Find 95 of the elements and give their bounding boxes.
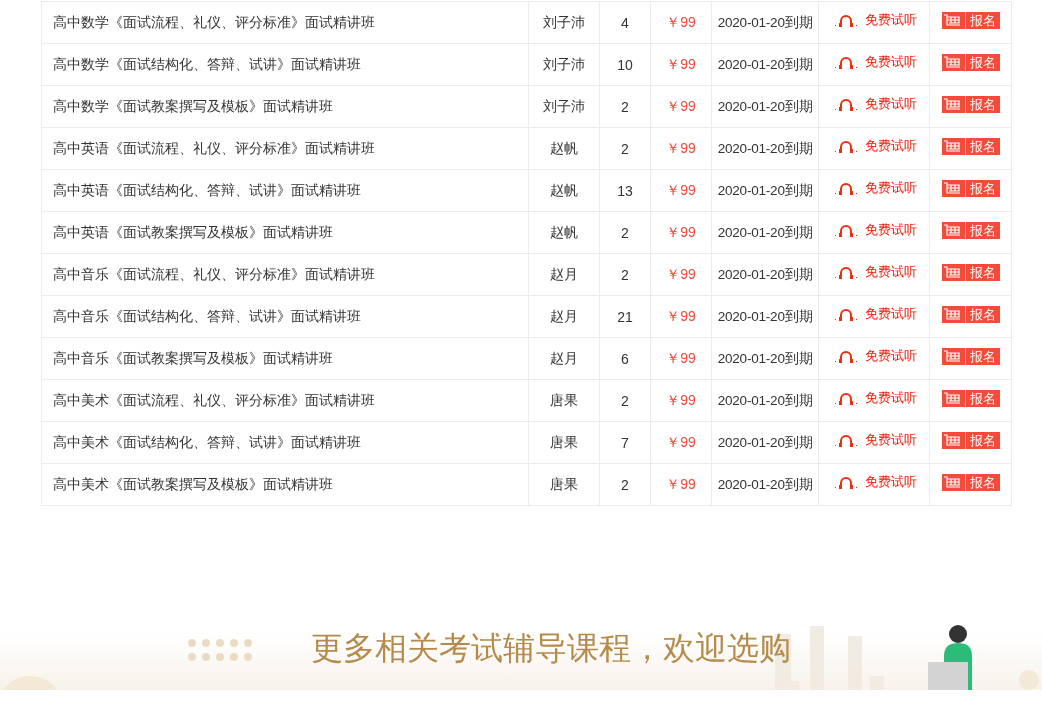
cart-icon (943, 308, 961, 321)
teacher-cell: 赵月 (529, 254, 600, 296)
course-name-cell: 高中英语《面试结构化、答辩、试讲》面试精讲班 (42, 170, 529, 212)
teacher-cell: 唐果 (529, 380, 600, 422)
signup-button[interactable]: 报名 (941, 264, 1000, 281)
expiry-cell: 2020-01-20到期 (712, 44, 819, 86)
expiry-cell: 2020-01-20到期 (712, 254, 819, 296)
teacher-cell: 刘子沛 (529, 44, 600, 86)
count-cell: 2 (600, 380, 651, 422)
price-cell: ￥99 (651, 44, 712, 86)
expiry-cell: 2020-01-20到期 (712, 380, 819, 422)
signup-button[interactable]: 报名 (941, 138, 1000, 155)
price-cell: ￥99 (651, 254, 712, 296)
free-trial-link[interactable]: 免费试听 (865, 264, 917, 281)
signup-button[interactable]: 报名 (941, 222, 1000, 239)
signup-button[interactable]: 报名 (941, 12, 1000, 29)
signup-button[interactable]: 报名 (941, 474, 1000, 491)
cart-icon (943, 98, 961, 111)
expiry-cell: 2020-01-20到期 (712, 422, 819, 464)
cart-icon (943, 140, 961, 153)
count-cell: 13 (600, 170, 651, 212)
price-cell: ￥99 (651, 128, 712, 170)
circle-decoration (0, 676, 60, 690)
course-name-cell: 高中音乐《面试结构化、答辩、试讲》面试精讲班 (42, 296, 529, 338)
cart-icon (943, 14, 961, 27)
course-name-cell: 高中数学《面试流程、礼仪、评分标准》面试精讲班 (42, 2, 529, 44)
expiry-cell: 2020-01-20到期 (712, 212, 819, 254)
expiry-cell: 2020-01-20到期 (712, 296, 819, 338)
cart-icon (943, 56, 961, 69)
price-cell: ￥99 (651, 86, 712, 128)
free-trial-link[interactable]: 免费试听 (865, 474, 917, 491)
free-trial-link[interactable]: 免费试听 (865, 390, 917, 407)
free-trial-link[interactable]: 免费试听 (865, 180, 917, 197)
free-trial-link[interactable]: 免费试听 (865, 306, 917, 323)
signup-button[interactable]: 报名 (941, 432, 1000, 449)
signup-button[interactable]: 报名 (941, 306, 1000, 323)
course-name-cell: 高中数学《面试结构化、答辩、试讲》面试精讲班 (42, 44, 529, 86)
price-cell: ￥99 (651, 296, 712, 338)
free-trial-link[interactable]: 免费试听 (865, 12, 917, 29)
expiry-cell: 2020-01-20到期 (712, 86, 819, 128)
expiry-cell: 2020-01-20到期 (712, 170, 819, 212)
price-cell: ￥99 (651, 422, 712, 464)
teacher-cell: 赵月 (529, 296, 600, 338)
teacher-cell: 刘子沛 (529, 86, 600, 128)
count-cell: 7 (600, 422, 651, 464)
free-trial-link[interactable]: 免费试听 (865, 432, 917, 449)
count-cell: 2 (600, 254, 651, 296)
course-name-cell: 高中美术《面试流程、礼仪、评分标准》面试精讲班 (42, 380, 529, 422)
price-cell: ￥99 (651, 212, 712, 254)
teacher-cell: 赵帆 (529, 170, 600, 212)
free-trial-link[interactable]: 免费试听 (865, 96, 917, 113)
expiry-cell: 2020-01-20到期 (712, 2, 819, 44)
count-cell: 2 (600, 128, 651, 170)
course-name-cell: 高中英语《面试教案撰写及模板》面试精讲班 (42, 212, 529, 254)
course-name-cell: 高中英语《面试流程、礼仪、评分标准》面试精讲班 (42, 128, 529, 170)
price-cell: ￥99 (651, 338, 712, 380)
count-cell: 2 (600, 212, 651, 254)
teacher-cell: 赵帆 (529, 128, 600, 170)
course-name-cell: 高中美术《面试结构化、答辩、试讲》面试精讲班 (42, 422, 529, 464)
circle-decoration (1018, 669, 1040, 690)
signup-button[interactable]: 报名 (941, 180, 1000, 197)
free-trial-link[interactable]: 免费试听 (865, 348, 917, 365)
price-cell: ￥99 (651, 380, 712, 422)
cart-icon (943, 476, 961, 489)
teacher-cell: 唐果 (529, 422, 600, 464)
price-cell: ￥99 (651, 170, 712, 212)
cart-icon (943, 182, 961, 195)
teacher-cell: 赵月 (529, 338, 600, 380)
price-cell: ￥99 (651, 2, 712, 44)
signup-button[interactable]: 报名 (941, 54, 1000, 71)
free-trial-link[interactable]: 免费试听 (865, 222, 917, 239)
teacher-cell: 赵帆 (529, 212, 600, 254)
course-name-cell: 高中音乐《面试教案撰写及模板》面试精讲班 (42, 338, 529, 380)
cart-icon (943, 224, 961, 237)
count-cell: 6 (600, 338, 651, 380)
cart-icon (943, 434, 961, 447)
count-cell: 21 (600, 296, 651, 338)
cart-icon (943, 266, 961, 279)
signup-button[interactable]: 报名 (941, 348, 1000, 365)
dots-decoration (188, 639, 252, 661)
course-name-cell: 高中音乐《面试流程、礼仪、评分标准》面试精讲班 (42, 254, 529, 296)
free-trial-link[interactable]: 免费试听 (865, 54, 917, 71)
count-cell: 4 (600, 2, 651, 44)
cart-icon (943, 392, 961, 405)
signup-button[interactable]: 报名 (941, 96, 1000, 113)
cart-icon (943, 350, 961, 363)
count-cell: 10 (600, 44, 651, 86)
expiry-cell: 2020-01-20到期 (712, 128, 819, 170)
count-cell: 2 (600, 86, 651, 128)
free-trial-link[interactable]: 免费试听 (865, 138, 917, 155)
expiry-cell: 2020-01-20到期 (712, 338, 819, 380)
banner-heading: 更多相关考试辅导课程，欢迎选购 (311, 628, 791, 669)
signup-button[interactable]: 报名 (941, 390, 1000, 407)
teacher-cell: 刘子沛 (529, 2, 600, 44)
course-name-cell: 高中数学《面试教案撰写及模板》面试精讲班 (42, 86, 529, 128)
